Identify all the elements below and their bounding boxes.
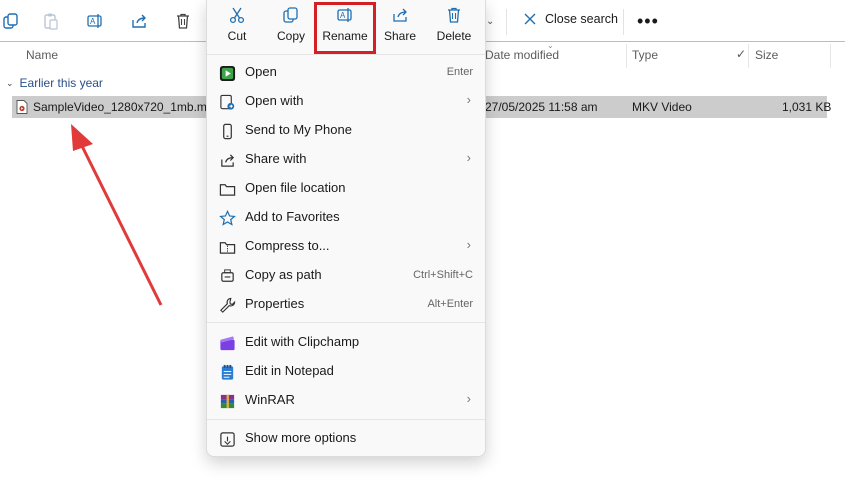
column-header-name[interactable]: Name — [26, 48, 58, 62]
menu-item-label: Edit with Clipchamp — [245, 334, 360, 349]
menu-item-label: Add to Favorites — [245, 209, 340, 224]
delete-icon[interactable] — [172, 10, 194, 32]
menu-item-open-with[interactable]: Open with › — [207, 87, 485, 116]
cut-icon — [229, 7, 245, 24]
file-name[interactable]: SampleVideo_1280x720_1mb.mkv — [33, 100, 219, 114]
share-icon — [218, 151, 236, 169]
cut-label: Cut — [227, 29, 247, 43]
menu-item-edit-with-clipchamp[interactable]: Edit with Clipchamp — [207, 328, 485, 357]
star-icon — [218, 209, 236, 227]
menu-item-label: Share with — [245, 151, 307, 166]
menu-item-shortcut: Alt+Enter — [427, 298, 473, 310]
paste-icon[interactable] — [40, 10, 62, 32]
menu-separator — [207, 419, 485, 420]
play-icon — [218, 64, 236, 82]
share-button[interactable]: Share — [372, 6, 428, 50]
menu-item-label: Edit in Notepad — [245, 363, 334, 378]
copy-button[interactable]: Copy — [263, 6, 319, 50]
folder-icon — [218, 180, 236, 198]
group-label: Earlier this year — [19, 76, 103, 90]
delete-label: Delete — [436, 29, 472, 43]
more-options-icon[interactable]: ••• — [637, 12, 659, 30]
menu-item-send-to-phone[interactable]: Send to My Phone — [207, 116, 485, 145]
phone-icon — [218, 122, 236, 140]
menu-item-add-to-favorites[interactable]: Add to Favorites — [207, 203, 485, 232]
group-header[interactable]: ⌄ Earlier this year — [6, 76, 103, 90]
column-header-date-modified[interactable]: Date modified — [485, 48, 559, 62]
menu-item-label: Copy as path — [245, 267, 322, 282]
submenu-chevron-icon: › — [466, 391, 471, 406]
share-icon — [393, 8, 407, 22]
share-icon[interactable] — [128, 10, 150, 32]
winrar-icon — [218, 392, 236, 410]
column-header-size[interactable]: Size — [755, 48, 778, 62]
file-size: 1,031 KB — [782, 100, 832, 114]
menu-item-shortcut: Ctrl+Shift+C — [413, 269, 473, 281]
close-search-button[interactable]: Close search — [523, 12, 618, 26]
notepad-icon — [218, 363, 236, 381]
wrench-icon — [218, 296, 236, 314]
menu-item-winrar[interactable]: WinRAR › — [207, 386, 485, 415]
menu-item-show-more-options[interactable]: Show more options — [207, 424, 485, 453]
menu-item-label: Open with — [245, 93, 304, 108]
menu-item-label: Send to My Phone — [245, 122, 352, 137]
menu-item-label: Compress to... — [245, 238, 330, 253]
check-icon: ✓ — [736, 47, 747, 61]
menu-item-label: WinRAR — [245, 392, 295, 407]
copy-label: Copy — [276, 29, 305, 43]
close-icon — [524, 13, 536, 25]
menu-item-label: Properties — [245, 296, 305, 311]
chevron-down-icon: ⌄ — [6, 77, 14, 88]
menu-item-copy-as-path[interactable]: Copy as path Ctrl+Shift+C — [207, 261, 485, 290]
menu-item-compress-to[interactable]: Compress to... › — [207, 232, 485, 261]
close-search-label: Close search — [545, 12, 618, 26]
menu-item-properties[interactable]: Properties Alt+Enter — [207, 290, 485, 319]
chevron-down-icon[interactable]: ⌄ — [486, 16, 494, 27]
menu-item-label: Open — [245, 64, 277, 79]
submenu-chevron-icon: › — [466, 92, 471, 107]
column-separator[interactable] — [626, 44, 627, 68]
column-separator[interactable] — [830, 44, 831, 68]
copy-icon[interactable] — [0, 10, 22, 32]
file-type: MKV Video — [632, 100, 692, 114]
menu-item-open[interactable]: Open Enter — [207, 58, 485, 87]
context-menu: Cut Copy A Rename Share Delete Open Ente… — [206, 0, 486, 457]
menu-item-edit-in-notepad[interactable]: Edit in Notepad — [207, 357, 485, 386]
toolbar-divider — [506, 9, 507, 35]
clipchamp-icon — [218, 334, 236, 352]
more-options-icon — [218, 430, 236, 448]
menu-item-shortcut: Enter — [446, 66, 473, 78]
cut-button[interactable]: Cut — [209, 6, 265, 50]
quick-actions-bar: Cut Copy A Rename Share Delete — [207, 0, 485, 54]
video-file-icon — [16, 100, 28, 114]
column-separator[interactable] — [748, 44, 749, 68]
submenu-chevron-icon: › — [466, 237, 471, 252]
rename-icon[interactable]: A — [84, 10, 106, 32]
copy-icon — [283, 7, 298, 23]
svg-text:A: A — [90, 17, 96, 26]
toolbar-divider — [623, 9, 624, 35]
delete-icon — [448, 7, 460, 23]
open-with-icon — [218, 93, 236, 111]
share-label: Share — [383, 29, 417, 43]
file-date-modified: 27/05/2025 11:58 am — [485, 100, 598, 114]
rename-highlight-box — [314, 2, 376, 54]
delete-button[interactable]: Delete — [426, 6, 482, 50]
menu-item-label: Open file location — [245, 180, 346, 195]
submenu-chevron-icon: › — [466, 150, 471, 165]
zip-folder-icon — [218, 238, 236, 256]
path-icon — [218, 267, 236, 285]
menu-separator — [207, 322, 485, 323]
menu-separator — [207, 54, 485, 55]
column-header-type[interactable]: Type — [632, 48, 658, 62]
menu-item-share-with[interactable]: Share with › — [207, 145, 485, 174]
menu-item-label: Show more options — [245, 430, 357, 445]
menu-item-open-file-location[interactable]: Open file location — [207, 174, 485, 203]
